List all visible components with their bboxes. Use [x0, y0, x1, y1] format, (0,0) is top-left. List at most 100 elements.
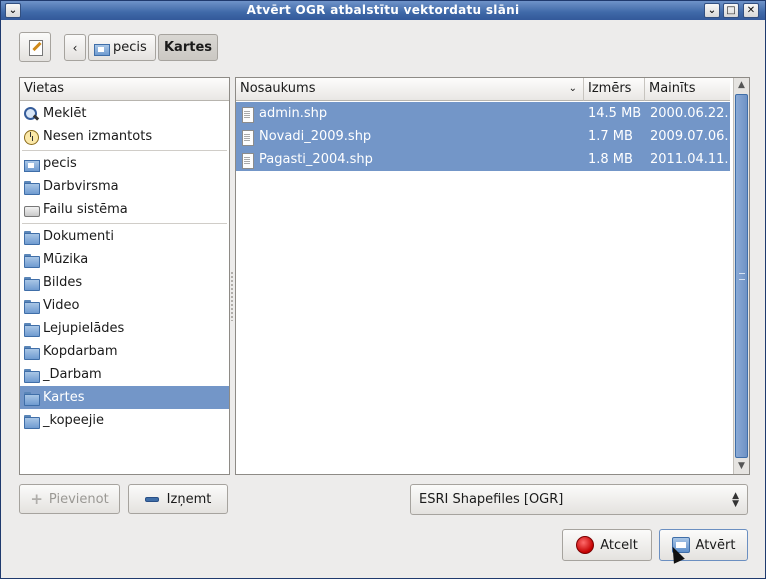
file-type-filter-select[interactable]: ESRI Shapefiles [OGR] ▲ ▼ — [410, 484, 748, 515]
video-folder-icon — [23, 298, 40, 314]
places-item-filesystem[interactable]: Failu sistēma — [20, 198, 229, 221]
breadcrumb-pecis[interactable]: pecis — [88, 34, 156, 61]
file-row[interactable]: Novadi_2009.shp 1.7 MB 2009.07.06. — [236, 125, 730, 148]
places-item-label: Nesen izmantots — [43, 129, 153, 144]
places-item-label: _Darbam — [43, 367, 102, 382]
breadcrumb-label: Kartes — [163, 40, 213, 55]
maximize-button[interactable]: □ — [723, 3, 739, 18]
downloads-folder-icon — [23, 321, 40, 337]
drive-icon — [23, 202, 40, 218]
file-icon — [239, 129, 255, 146]
path-back-button[interactable]: ‹ — [64, 34, 86, 61]
places-separator — [22, 223, 227, 224]
places-item-documents[interactable]: Dokumenti — [20, 225, 229, 248]
file-open-dialog: ⌄ Atvērt OGR atbalstītu vektordatu slāni… — [0, 0, 766, 579]
places-item-label: _kopeejie — [43, 413, 104, 428]
file-size: 1.8 MB — [588, 152, 633, 167]
window-title: Atvērt OGR atbalstītu vektordatu slāni — [246, 3, 520, 17]
file-name: Novadi_2009.shp — [259, 129, 372, 144]
places-item-video[interactable]: Video — [20, 294, 229, 317]
places-item-darbam[interactable]: _Darbam — [20, 363, 229, 386]
places-item-label: Darbvirsma — [43, 179, 119, 194]
file-modified: 2009.07.06. — [650, 129, 729, 144]
file-name: admin.shp — [259, 106, 328, 121]
scrollbar-thumb[interactable] — [735, 94, 748, 458]
edit-icon — [27, 39, 43, 56]
add-button-label: Pievienot — [48, 491, 109, 507]
column-header-modified[interactable]: Mainīts — [644, 78, 730, 101]
places-sidebar: Vietas Meklēt Nesen izmantots pecis Darb… — [19, 77, 230, 475]
cancel-button[interactable]: Atcelt — [562, 529, 652, 561]
places-item-downloads[interactable]: Lejupielādes — [20, 317, 229, 340]
title-bar[interactable]: ⌄ Atvērt OGR atbalstītu vektordatu slāni… — [1, 1, 765, 20]
remove-button-label: Izņemt — [166, 491, 212, 507]
close-button[interactable]: ✕ — [743, 3, 759, 18]
filter-selected-value: ESRI Shapefiles [OGR] — [419, 492, 564, 507]
places-item-label: Kopdarbam — [43, 344, 118, 359]
breadcrumb-kartes[interactable]: Kartes — [158, 34, 218, 61]
places-item-label: Lejupielādes — [43, 321, 125, 336]
search-icon — [23, 106, 39, 122]
type-location-button[interactable] — [19, 32, 51, 62]
places-item-desktop[interactable]: Darbvirsma — [20, 175, 229, 198]
pane-resize-handle[interactable] — [230, 271, 234, 321]
file-size: 1.7 MB — [588, 129, 633, 144]
remove-bookmark-button[interactable]: Izņemt — [128, 484, 228, 514]
file-modified: 2011.04.11. — [650, 152, 729, 167]
places-item-label: Dokumenti — [43, 229, 114, 244]
column-header-name[interactable]: Nosaukums ⌄ — [236, 78, 583, 101]
home-folder-icon — [93, 40, 110, 56]
stop-icon — [576, 536, 595, 554]
minus-icon — [144, 496, 159, 502]
scroll-up-icon[interactable]: ▲ — [734, 78, 749, 93]
file-modified: 2000.06.22. — [650, 106, 729, 121]
home-folder-icon — [23, 156, 40, 172]
places-item-label: Failu sistēma — [43, 202, 128, 217]
places-item-kopdarbam[interactable]: Kopdarbam — [20, 340, 229, 363]
desktop-folder-icon — [23, 179, 40, 195]
column-header-size[interactable]: Izmērs — [583, 78, 644, 101]
file-name-cell: admin.shp — [239, 102, 579, 125]
places-item-label: Kartes — [43, 390, 85, 405]
folder-icon — [23, 413, 40, 429]
column-header-label: Nosaukums — [240, 81, 316, 96]
places-item-label: Meklēt — [43, 106, 87, 121]
minimize-button[interactable]: ⌄ — [704, 3, 720, 18]
places-item-music[interactable]: Mūzika — [20, 248, 229, 271]
recent-icon — [23, 129, 39, 145]
places-item-label: Bildes — [43, 275, 83, 290]
documents-folder-icon — [23, 229, 40, 245]
folder-icon — [23, 367, 40, 383]
file-size: 14.5 MB — [588, 106, 642, 121]
file-name-cell: Novadi_2009.shp — [239, 125, 579, 148]
file-row[interactable]: Pagasti_2004.shp 1.8 MB 2011.04.11. — [236, 148, 730, 171]
places-item-kopeejie[interactable]: _kopeejie — [20, 409, 229, 432]
places-item-pictures[interactable]: Bildes — [20, 271, 229, 294]
vertical-scrollbar[interactable]: ▲ ▼ — [733, 78, 749, 474]
file-name-cell: Pagasti_2004.shp — [239, 148, 579, 171]
file-list: Nosaukums ⌄ Izmērs Mainīts admin.shp 14.… — [235, 77, 750, 475]
places-item-recent[interactable]: Nesen izmantots — [20, 125, 229, 148]
places-separator — [22, 150, 227, 151]
open-button-label: Atvērt — [695, 537, 736, 553]
file-row[interactable]: admin.shp 14.5 MB 2000.06.22. — [236, 102, 730, 125]
cancel-button-label: Atcelt — [600, 537, 638, 553]
places-item-search[interactable]: Meklēt — [20, 102, 229, 125]
pictures-folder-icon — [23, 275, 40, 291]
places-item-label: Video — [43, 298, 80, 313]
scroll-down-icon[interactable]: ▼ — [734, 459, 749, 474]
breadcrumb-label: pecis — [113, 40, 147, 55]
sort-chevron-icon: ⌄ — [568, 83, 577, 94]
file-name: Pagasti_2004.shp — [259, 152, 373, 167]
places-item-pecis[interactable]: pecis — [20, 152, 229, 175]
add-bookmark-button[interactable]: + Pievienot — [19, 484, 120, 514]
up-down-chevron-icon: ▲ ▼ — [732, 490, 739, 509]
folder-icon — [23, 390, 40, 406]
grip-icon — [739, 273, 745, 280]
places-item-kartes[interactable]: Kartes — [20, 386, 229, 409]
places-item-label: Mūzika — [43, 252, 89, 267]
folder-icon — [23, 344, 40, 360]
places-header[interactable]: Vietas — [20, 78, 229, 101]
plus-icon: + — [30, 490, 43, 508]
file-icon — [239, 152, 255, 169]
